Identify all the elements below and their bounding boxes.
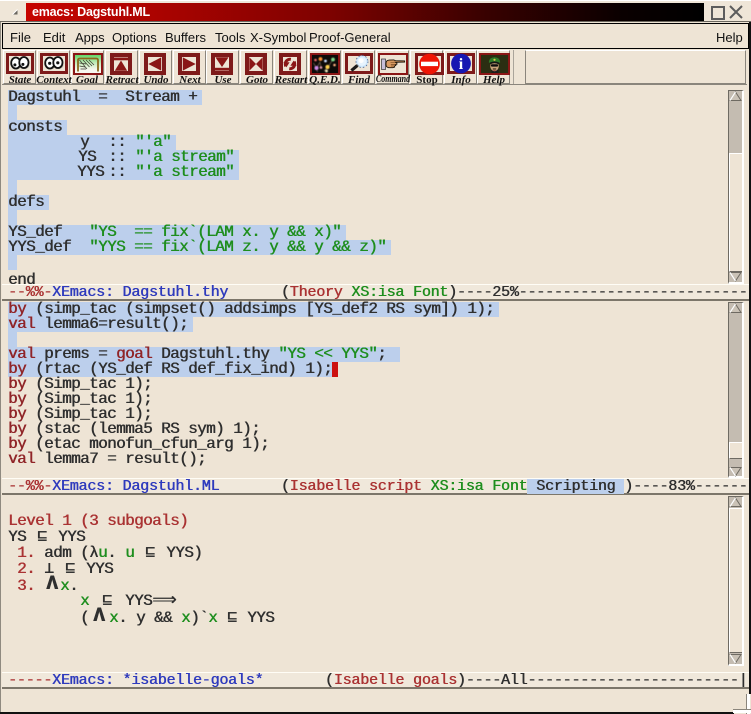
svg-text:i: i — [459, 56, 464, 73]
